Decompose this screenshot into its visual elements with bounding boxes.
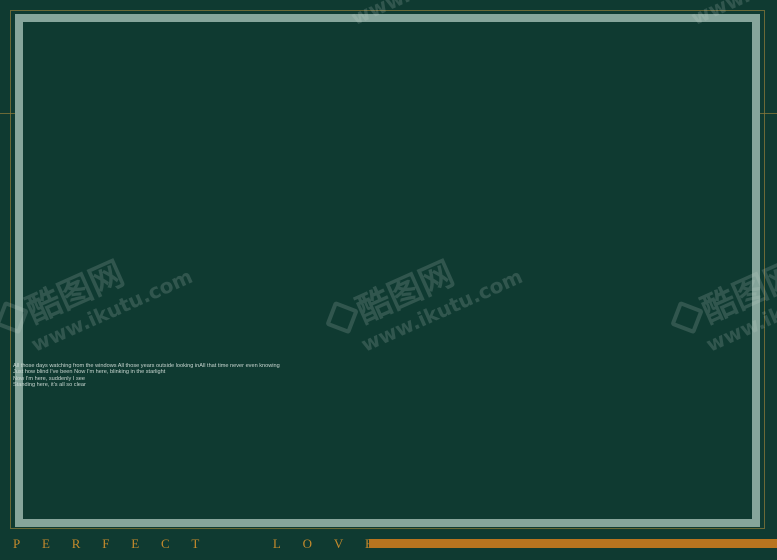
title-letter: F [102,536,110,551]
lyrics-block: All those days watching from the windows… [13,363,280,389]
title-letter: P [13,536,21,551]
title-letter: C [160,536,170,551]
main-frame [15,14,760,527]
accent-bar [369,539,777,548]
lyrics-line: Standing here, it's all so clear [13,382,86,389]
title-letter: E [42,536,50,551]
word-gap [221,537,251,551]
footer-title: P E R F E C T L O V E [13,537,373,551]
title-letter: T [191,536,200,551]
title-letter: L [272,536,281,551]
title-letter: R [71,536,81,551]
title-letter: O [302,536,313,551]
title-letter: E [131,536,140,551]
title-letter: V [333,536,344,551]
